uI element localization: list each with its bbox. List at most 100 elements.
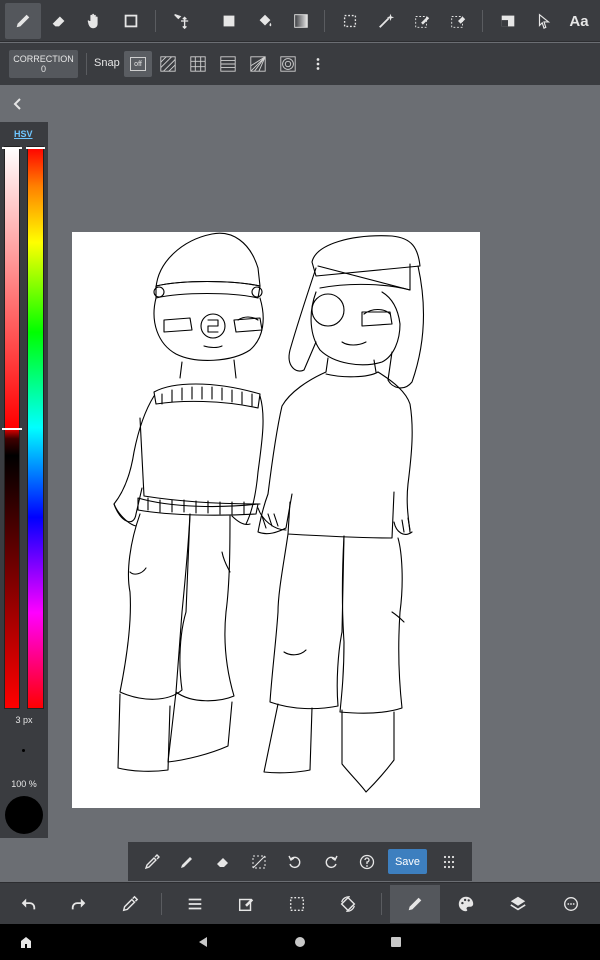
eraser-icon	[217, 858, 228, 867]
toolbar-divider	[381, 893, 382, 915]
quick-pen-button[interactable]	[173, 848, 201, 876]
toolbar-divider	[86, 53, 87, 75]
gradient-tool-button[interactable]	[283, 3, 319, 39]
cursor-icon	[538, 13, 551, 30]
grid-icon	[190, 56, 206, 72]
correction-button[interactable]: CORRECTION 0	[9, 50, 78, 78]
snap-perspective-button[interactable]	[244, 51, 272, 77]
grid-dots-icon	[443, 855, 455, 869]
more-vertical-icon	[316, 58, 320, 70]
home-circle-icon	[295, 937, 305, 947]
pen-icon	[16, 14, 30, 28]
deselect-button[interactable]	[245, 848, 273, 876]
eraser-icon	[52, 16, 65, 27]
pen-icon	[408, 897, 422, 911]
sv-top-marker	[2, 147, 22, 149]
save-button[interactable]: Save	[388, 849, 427, 874]
eyedropper-icon	[122, 895, 139, 912]
select-rect-icon	[289, 896, 305, 912]
hamburger-menu-icon	[188, 898, 202, 910]
brush-panel-button[interactable]	[390, 885, 440, 923]
brush-size-label[interactable]: 3 px	[0, 715, 48, 725]
snap-off-button[interactable]: off	[124, 51, 152, 77]
select-pen-button[interactable]	[404, 3, 440, 39]
rotate-right-button[interactable]	[317, 848, 345, 876]
fill-rect-tool-button[interactable]	[211, 3, 247, 39]
snap-label: Snap	[94, 57, 120, 69]
toolbar-divider	[482, 10, 483, 32]
drawing-canvas[interactable]	[72, 232, 480, 808]
opacity-label[interactable]: 100 %	[0, 779, 48, 789]
move-tool-button[interactable]	[163, 3, 199, 39]
home-app-button[interactable]	[16, 932, 36, 952]
quick-menu-button[interactable]	[435, 848, 463, 876]
redo-icon	[71, 898, 86, 910]
eyedropper-icon	[144, 854, 160, 870]
home-button[interactable]	[290, 932, 310, 952]
magic-wand-button[interactable]	[368, 3, 404, 39]
correction-label: CORRECTION	[13, 54, 74, 64]
rect-shape-icon	[124, 14, 138, 28]
redo-button[interactable]	[59, 885, 99, 923]
snap-more-button[interactable]	[304, 51, 332, 77]
horizontal-lines-icon	[220, 56, 236, 72]
tool-options-bar: CORRECTION 0 Snap off	[0, 43, 600, 85]
menu-button[interactable]	[175, 885, 215, 923]
help-button[interactable]	[353, 848, 381, 876]
text-tool-button[interactable]: Aa	[561, 3, 597, 39]
current-color-swatch[interactable]	[5, 796, 43, 834]
hsv-mode-link[interactable]: HSV	[14, 129, 33, 139]
collapse-panel-button[interactable]	[10, 96, 26, 112]
perspective-icon	[250, 56, 266, 72]
layer-fill-button[interactable]	[490, 3, 526, 39]
line-art-drawing	[113, 232, 424, 793]
select-pen-icon	[415, 16, 430, 28]
layers-icon	[510, 896, 526, 911]
rotate-canvas-button[interactable]	[328, 885, 368, 923]
fill-rect-icon	[223, 15, 235, 27]
recents-button[interactable]	[386, 932, 406, 952]
help-icon	[359, 854, 375, 870]
back-button[interactable]	[193, 932, 213, 952]
snap-circle-button[interactable]	[274, 51, 302, 77]
snap-parallel-button[interactable]	[154, 51, 182, 77]
hand-icon	[87, 13, 98, 29]
hue-slider[interactable]	[27, 146, 44, 709]
rotate-left-icon	[288, 855, 301, 869]
color-panel: HSV 3 px 100 %	[0, 122, 48, 838]
text-icon: Aa	[569, 12, 589, 30]
hue-slider-handle[interactable]	[26, 147, 45, 149]
quick-eraser-button[interactable]	[209, 848, 237, 876]
edit-icon	[238, 898, 254, 912]
snap-off-icon: off	[130, 57, 146, 71]
edit-button[interactable]	[226, 885, 266, 923]
main-toolbar: Aa	[0, 0, 600, 42]
toolbar-divider	[155, 10, 156, 32]
eyedropper-button[interactable]	[110, 885, 150, 923]
selection-button[interactable]	[277, 885, 317, 923]
parallel-lines-icon	[160, 56, 176, 72]
hand-tool-button[interactable]	[76, 3, 112, 39]
select-rect-icon	[343, 14, 357, 28]
snap-grid-button[interactable]	[184, 51, 212, 77]
rotate-left-button[interactable]	[281, 848, 309, 876]
select-eraser-icon	[451, 16, 466, 28]
pen-tool-button[interactable]	[5, 3, 41, 39]
toolbar-divider	[161, 893, 162, 915]
sv-slider-handle[interactable]	[2, 428, 22, 430]
bottom-toolbar	[0, 882, 600, 924]
operation-tool-button[interactable]	[526, 3, 562, 39]
select-eraser-button[interactable]	[440, 3, 476, 39]
eraser-tool-button[interactable]	[41, 3, 77, 39]
layers-button[interactable]	[498, 885, 538, 923]
select-tool-button[interactable]	[332, 3, 368, 39]
color-palette-button[interactable]	[446, 885, 486, 923]
bucket-tool-button[interactable]	[247, 3, 283, 39]
undo-button[interactable]	[8, 885, 48, 923]
quick-eyedropper-button[interactable]	[138, 848, 166, 876]
snap-horizontal-button[interactable]	[214, 51, 242, 77]
undo-icon	[21, 898, 36, 910]
shape-tool-button[interactable]	[113, 3, 149, 39]
chevron-left-icon	[13, 98, 21, 110]
more-options-button[interactable]	[551, 885, 591, 923]
